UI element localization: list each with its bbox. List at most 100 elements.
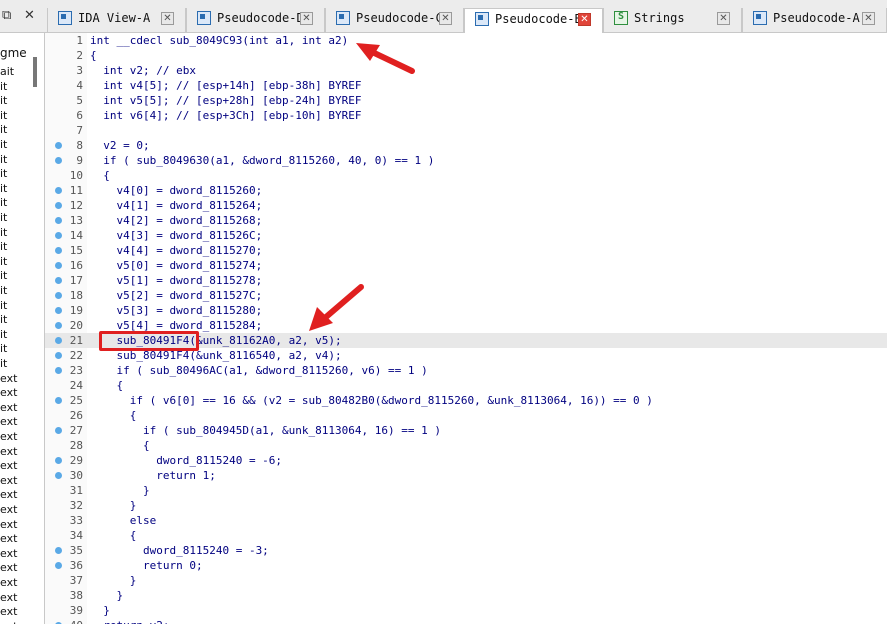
tab-close-icon[interactable]: ✕ (717, 12, 730, 25)
sidebar-function-item[interactable]: it (0, 255, 7, 268)
code-line[interactable]: 24 { (45, 378, 887, 393)
tab-close-icon[interactable]: ✕ (161, 12, 174, 25)
sidebar-function-item[interactable]: ext (0, 547, 17, 560)
sidebar-function-item[interactable]: it (0, 284, 7, 297)
sidebar-function-item[interactable]: it (0, 153, 7, 166)
code-line[interactable]: 40 return v2; (45, 618, 887, 624)
tab-close-icon[interactable]: ✕ (439, 12, 452, 25)
code-line[interactable]: 18 v5[2] = dword_811527C; (45, 288, 887, 303)
breakpoint-dot-icon[interactable] (55, 472, 62, 479)
sidebar-function-item[interactable]: it (0, 109, 7, 122)
breakpoint-dot-icon[interactable] (55, 187, 62, 194)
code-line[interactable]: 37 } (45, 573, 887, 588)
close-icon[interactable]: ✕ (24, 8, 35, 23)
code-line[interactable]: 33 else (45, 513, 887, 528)
pseudocode-view[interactable]: 1 int __cdecl sub_8049C93(int a1, int a2)… (45, 33, 887, 624)
sidebar-function-item[interactable]: it (0, 211, 7, 224)
code-line[interactable]: 1 int __cdecl sub_8049C93(int a1, int a2) (45, 33, 887, 48)
code-line[interactable]: 10 { (45, 168, 887, 183)
breakpoint-dot-icon[interactable] (55, 322, 62, 329)
code-line[interactable]: 16 v5[0] = dword_8115274; (45, 258, 887, 273)
sidebar-function-item[interactable]: ext (0, 576, 17, 589)
code-line[interactable]: 17 v5[1] = dword_8115278; (45, 273, 887, 288)
sidebar-function-item[interactable]: it (0, 94, 7, 107)
code-line[interactable]: 2{ (45, 48, 887, 63)
code-line[interactable]: 38 } (45, 588, 887, 603)
breakpoint-dot-icon[interactable] (55, 457, 62, 464)
sidebar-function-item[interactable]: ext (0, 488, 17, 501)
sidebar-function-item[interactable]: it (0, 240, 7, 253)
code-line[interactable]: 11 v4[0] = dword_8115260; (45, 183, 887, 198)
code-line[interactable]: 25 if ( v6[0] == 16 && (v2 = sub_80482B0… (45, 393, 887, 408)
breakpoint-dot-icon[interactable] (55, 367, 62, 374)
tab-pseudocode-b[interactable]: Pseudocode-B ✕ (464, 8, 603, 33)
sidebar-function-item[interactable]: ext (0, 532, 17, 545)
tab-pseudocode-d[interactable]: Pseudocode-D ✕ (186, 8, 325, 32)
code-line[interactable]: 13 v4[2] = dword_8115268; (45, 213, 887, 228)
sidebar-function-item[interactable]: ext (0, 591, 17, 604)
code-line[interactable]: 39 } (45, 603, 887, 618)
breakpoint-dot-icon[interactable] (55, 202, 62, 209)
breakpoint-dot-icon[interactable] (55, 247, 62, 254)
sidebar-function-item[interactable]: it (0, 328, 7, 341)
breakpoint-dot-icon[interactable] (55, 292, 62, 299)
sidebar-function-item[interactable]: it (0, 196, 7, 209)
code-line[interactable]: 14 v4[3] = dword_811526C; (45, 228, 887, 243)
code-line[interactable]: 31 } (45, 483, 887, 498)
code-line[interactable]: 27 if ( sub_804945D(a1, &unk_8113064, 16… (45, 423, 887, 438)
tab-strings[interactable]: Strings ✕ (603, 8, 742, 32)
sidebar-function-item[interactable]: it (0, 313, 7, 326)
sidebar-function-item[interactable]: it (0, 299, 7, 312)
sidebar-function-item[interactable]: it (0, 167, 7, 180)
code-line[interactable]: 19 v5[3] = dword_8115280; (45, 303, 887, 318)
code-line[interactable]: 5 int v5[5]; // [esp+28h] [ebp-24h] BYRE… (45, 93, 887, 108)
sidebar-function-item[interactable]: ext (0, 605, 17, 618)
sidebar-scrollbar[interactable] (33, 57, 37, 87)
sidebar-function-item[interactable]: ext (0, 620, 17, 624)
tab-ida-view-a[interactable]: IDA View-A ✕ (47, 8, 186, 32)
code-line[interactable]: 8 v2 = 0; (45, 138, 887, 153)
sidebar-function-item[interactable]: it (0, 269, 7, 282)
tab-close-icon[interactable]: ✕ (300, 12, 313, 25)
breakpoint-dot-icon[interactable] (55, 397, 62, 404)
sidebar-function-item[interactable]: ait (0, 65, 14, 78)
code-line[interactable]: 35 dword_8115240 = -3; (45, 543, 887, 558)
sidebar-function-item[interactable]: ext (0, 386, 17, 399)
sidebar-function-item[interactable]: it (0, 226, 7, 239)
breakpoint-dot-icon[interactable] (55, 547, 62, 554)
sidebar-function-item[interactable]: it (0, 182, 7, 195)
breakpoint-dot-icon[interactable] (55, 337, 62, 344)
sidebar-function-item[interactable]: ext (0, 430, 17, 443)
code-line[interactable]: 30 return 1; (45, 468, 887, 483)
sidebar-function-item[interactable]: ext (0, 445, 17, 458)
code-line[interactable]: 15 v4[4] = dword_8115270; (45, 243, 887, 258)
sidebar-function-item[interactable]: it (0, 138, 7, 151)
breakpoint-dot-icon[interactable] (55, 427, 62, 434)
breakpoint-dot-icon[interactable] (55, 562, 62, 569)
code-line[interactable]: 26 { (45, 408, 887, 423)
breakpoint-dot-icon[interactable] (55, 157, 62, 164)
code-line[interactable]: 32 } (45, 498, 887, 513)
sidebar-function-item[interactable]: ext (0, 561, 17, 574)
breakpoint-dot-icon[interactable] (55, 232, 62, 239)
code-line[interactable]: 4 int v4[5]; // [esp+14h] [ebp-38h] BYRE… (45, 78, 887, 93)
code-line[interactable]: 34 { (45, 528, 887, 543)
sidebar-function-item[interactable]: ext (0, 401, 17, 414)
sidebar-function-item[interactable]: ext (0, 459, 17, 472)
breakpoint-dot-icon[interactable] (55, 352, 62, 359)
code-line[interactable]: 12 v4[1] = dword_8115264; (45, 198, 887, 213)
sidebar-function-item[interactable]: ext (0, 503, 17, 516)
code-line[interactable]: 9 if ( sub_8049630(a1, &dword_8115260, 4… (45, 153, 887, 168)
sidebar-function-item[interactable]: ext (0, 372, 17, 385)
code-line[interactable]: 7 (45, 123, 887, 138)
tab-pseudocode-c[interactable]: Pseudocode-C ✕ (325, 8, 464, 32)
sidebar-function-item[interactable]: it (0, 80, 7, 93)
code-line[interactable]: 23 if ( sub_80496AC(a1, &dword_8115260, … (45, 363, 887, 378)
sidebar-function-item[interactable]: it (0, 357, 7, 370)
breakpoint-dot-icon[interactable] (55, 142, 62, 149)
code-line[interactable]: 3 int v2; // ebx (45, 63, 887, 78)
breakpoint-dot-icon[interactable] (55, 307, 62, 314)
tab-pseudocode-a[interactable]: Pseudocode-A ✕ (742, 8, 887, 32)
breakpoint-dot-icon[interactable] (55, 277, 62, 284)
sidebar-function-item[interactable]: ext (0, 474, 17, 487)
